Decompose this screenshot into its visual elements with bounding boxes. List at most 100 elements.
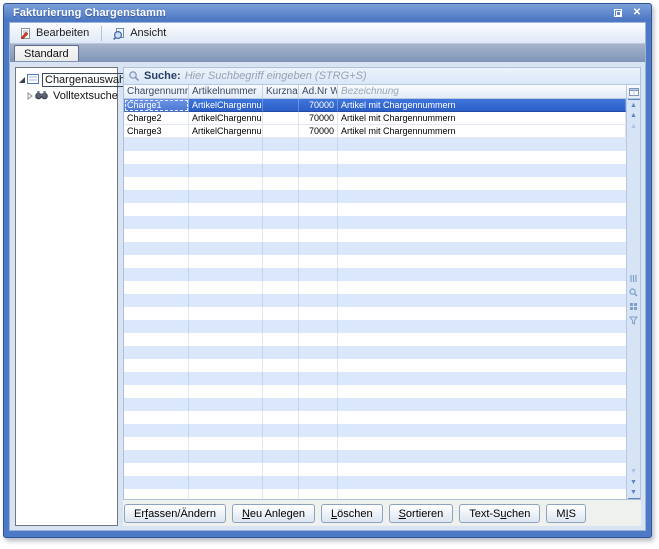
grid-body: Chargennummer ▼ Artikelnummer Kurzname (124, 85, 640, 499)
toolbar-divider (101, 26, 102, 41)
search-icon (128, 70, 140, 82)
grid-panel: Suche: Chargennummer ▼ (123, 67, 641, 526)
grid-cell[interactable]: ArtikelChargennumme (189, 125, 263, 138)
nav-pagedown-button[interactable]: ▼ (628, 477, 640, 488)
close-icon: ✕ (633, 8, 641, 18)
nav-strip: ▲ ▲ ▲ (626, 85, 640, 499)
btn-text: chen (507, 508, 531, 520)
btn-text: M (556, 508, 565, 520)
btn-text: ortieren (406, 508, 443, 520)
btn-text: S (569, 508, 576, 520)
tabstrip: Standard (10, 44, 645, 62)
restore-button[interactable] (611, 7, 625, 19)
tab-standard-label: Standard (24, 48, 69, 60)
bearbeiten-button[interactable]: Bearbeiten (14, 24, 96, 43)
page-down-icon: ▼ (630, 479, 637, 486)
grid-cell[interactable] (263, 99, 299, 112)
tree-item-label: Volltextsuche (51, 90, 120, 102)
grid-cell[interactable]: Artikel mit Chargennummern (338, 99, 626, 112)
text-suchen-button[interactable]: Text-Suchen (459, 504, 540, 523)
nav-zoom-button[interactable] (628, 287, 640, 298)
grid-cell[interactable]: Charge2 (124, 112, 189, 125)
grid-cell[interactable]: 70000 (299, 99, 338, 112)
batch-list-icon (27, 74, 39, 87)
grid-cell[interactable]: Artikel mit Chargennummern (338, 125, 626, 138)
tree-collapsed-icon[interactable] (26, 92, 34, 100)
column-separator (298, 138, 299, 499)
btn-text: assen/Ändern (148, 508, 216, 520)
tree-item-label: Chargenauswahl (42, 73, 131, 87)
btn-text: öschen (337, 508, 372, 520)
column-header-artikelnummer[interactable]: Artikelnummer (189, 85, 263, 98)
grid-cell[interactable]: ArtikelChargennumme (189, 99, 263, 112)
goto-top-icon: ▲ (630, 102, 637, 109)
tree-item-chargenauswahl[interactable]: Chargenauswahl (18, 72, 115, 88)
column-separator (188, 138, 189, 499)
grid-icon (629, 302, 638, 311)
tab-standard[interactable]: Standard (14, 45, 79, 61)
column-label: Ad.Nr WE (302, 86, 338, 97)
nav-last-button[interactable]: ▼ (628, 488, 640, 499)
nav-first-button[interactable]: ▲ (628, 99, 640, 110)
button-bar: Erfassen/Ändern Neu Anlegen Löschen Sort… (123, 500, 641, 526)
ansicht-button[interactable]: Ansicht (107, 24, 173, 43)
grid-cell[interactable]: ArtikelChargennumme (189, 112, 263, 125)
btn-text: eu Anlegen (250, 508, 305, 520)
grid-columns-area: Chargennummer ▼ Artikelnummer Kurzname (124, 85, 626, 499)
neu-anlegen-button[interactable]: Neu Anlegen (232, 504, 315, 523)
nav-grid-button[interactable] (628, 301, 640, 312)
edit-icon (19, 27, 32, 40)
mis-button[interactable]: MIS (546, 504, 586, 523)
btn-key: N (242, 508, 250, 520)
restore-icon (614, 9, 622, 17)
nav-middle-group (628, 273, 640, 326)
sortieren-button[interactable]: Sortieren (389, 504, 454, 523)
btn-text: Text-S (469, 508, 500, 520)
loeschen-button[interactable]: Löschen (321, 504, 383, 523)
close-button[interactable]: ✕ (630, 7, 644, 19)
column-header-chargennummer[interactable]: Chargennummer ▼ (124, 85, 189, 98)
grid-empty-area (124, 138, 626, 499)
search-input[interactable] (185, 69, 636, 83)
grid-cell[interactable]: 70000 (299, 112, 338, 125)
grid-cell[interactable]: 70000 (299, 125, 338, 138)
grid-cell[interactable]: Charge3 (124, 125, 189, 138)
table-row[interactable]: Charge3 ArtikelChargennumme 70000 Artike… (124, 125, 626, 138)
column-header-bezeichnung[interactable]: Bezeichnung (338, 85, 626, 98)
column-separator (262, 138, 263, 499)
grid-frame: Suche: Chargennummer ▼ (123, 67, 641, 500)
nav-columns-button[interactable] (628, 273, 640, 284)
binoculars-icon (35, 90, 48, 103)
grid-cell[interactable] (263, 112, 299, 125)
page-up-icon: ▲ (630, 112, 637, 119)
column-separator (337, 138, 338, 499)
column-label: Artikelnummer (192, 86, 256, 97)
table-row[interactable]: Charge1 ArtikelChargennumme 70000 Artike… (124, 99, 626, 112)
column-label: Kurzname (266, 86, 299, 97)
btn-text: Er (134, 508, 145, 520)
grid-cell[interactable]: Artikel mit Chargennummern (338, 112, 626, 125)
nav-pageup-button[interactable]: ▲ (628, 110, 640, 121)
search-label: Suche: (144, 70, 181, 82)
grid-cell[interactable]: Charge1 (124, 99, 189, 112)
titlebar: Fakturierung Chargenstamm ✕ (4, 4, 651, 21)
app-window: Fakturierung Chargenstamm ✕ Bearbeiten (3, 3, 652, 538)
column-chooser-icon (629, 87, 639, 97)
column-header-kurzname[interactable]: Kurzname (263, 85, 299, 98)
nav-up-button[interactable]: ▲ (628, 121, 640, 132)
tree-item-volltextsuche[interactable]: Volltextsuche (18, 88, 115, 104)
column-chooser-button[interactable] (627, 85, 640, 99)
nav-filter-button[interactable] (628, 315, 640, 326)
toolbar: Bearbeiten Ansicht (10, 23, 645, 44)
btn-key: S (399, 508, 406, 520)
goto-bottom-icon: ▼ (630, 489, 637, 496)
table-row[interactable]: Charge2 ArtikelChargennumme 70000 Artike… (124, 112, 626, 125)
bearbeiten-label: Bearbeiten (36, 27, 89, 39)
column-header-adnr-we[interactable]: Ad.Nr WE (299, 85, 338, 98)
grid-cell[interactable] (263, 125, 299, 138)
tree-expanded-icon[interactable] (18, 76, 26, 84)
main-content: Chargenauswahl (10, 62, 645, 530)
nav-down-button[interactable]: ▼ (628, 466, 640, 477)
erfassen-aendern-button[interactable]: Erfassen/Ändern (124, 504, 226, 523)
scroll-up-icon: ▲ (630, 123, 637, 130)
